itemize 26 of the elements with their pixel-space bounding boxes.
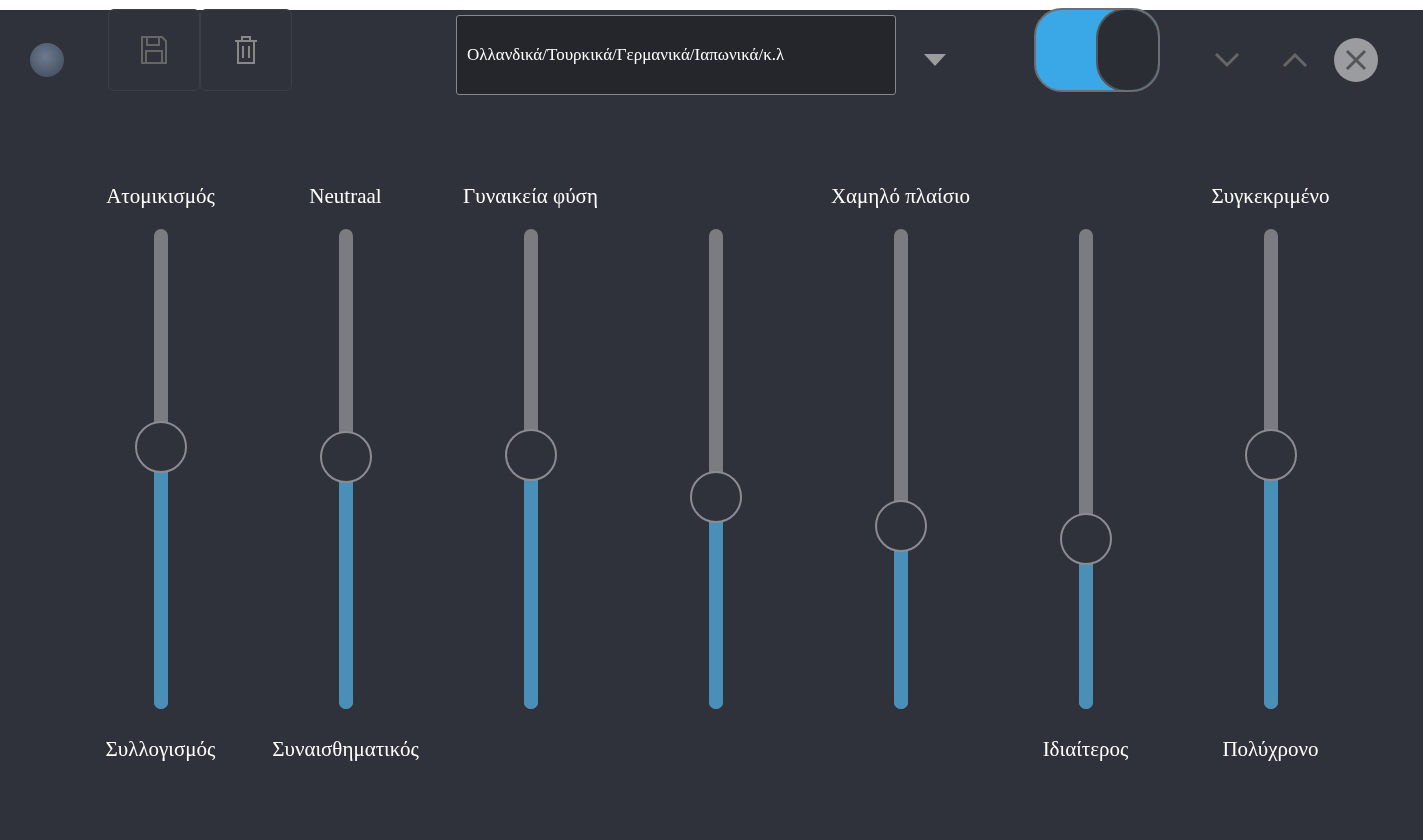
- slider-label: Χαμηλό πλαίσιο: [830, 182, 971, 210]
- slider-label: Συναισθηματικός: [272, 735, 419, 763]
- toggle-switch[interactable]: [1034, 8, 1160, 92]
- slider-label: Πολύχρονο: [1222, 735, 1319, 763]
- slider-label: Neutraal: [309, 182, 382, 210]
- chevron-up-icon: [1282, 52, 1308, 68]
- slider-label: Γυναικεία φύση: [463, 182, 598, 210]
- slider-thumb[interactable]: [319, 431, 372, 483]
- save-icon: [140, 35, 168, 65]
- slider-label: Ιδιαίτερος: [1042, 735, 1129, 763]
- save-button[interactable]: [108, 9, 200, 91]
- caret-icon: [924, 54, 946, 66]
- close-icon: [1345, 49, 1367, 71]
- globe-icon[interactable]: [30, 43, 64, 77]
- delete-button[interactable]: [200, 9, 292, 91]
- trash-icon: [233, 35, 259, 65]
- chevron-down-icon: [1214, 52, 1240, 68]
- chevron-up-button[interactable]: [1282, 52, 1308, 68]
- language-field[interactable]: Ολλανδικά/Τουρκικά/Γερμανικά/Ιαπωνικά/κ.λ: [456, 15, 896, 95]
- close-button[interactable]: [1334, 38, 1378, 82]
- slider-label: Ατομικισμός: [106, 182, 215, 210]
- slider-label: Συγκεκριμένο: [1211, 182, 1330, 210]
- language-text: Ολλανδικά/Τουρκικά/Γερμανικά/Ιαπωνικά/κ.λ: [467, 45, 785, 65]
- slider-label: Συλλογισμός: [105, 735, 216, 763]
- chevron-down-button[interactable]: [1214, 52, 1240, 68]
- dropdown-button[interactable]: [924, 54, 946, 66]
